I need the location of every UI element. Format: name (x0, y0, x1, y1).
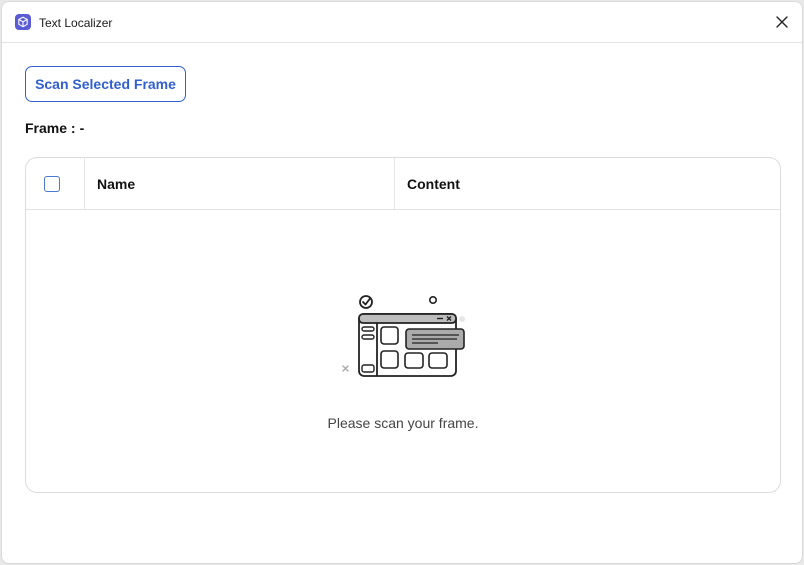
column-label-content: Content (407, 176, 460, 192)
text-layers-table: Name Content Please scan your frame. (25, 157, 781, 493)
title-bar: Text Localizer (2, 2, 802, 43)
select-all-checkbox[interactable] (44, 176, 60, 192)
close-icon[interactable] (774, 14, 790, 30)
frame-indicator: Frame :- (25, 119, 84, 137)
frame-label: Frame : (25, 120, 76, 136)
window-title: Text Localizer (39, 16, 113, 30)
empty-state-message: Please scan your frame. (327, 415, 479, 431)
empty-window-illustration (339, 291, 469, 381)
cube-icon (15, 14, 31, 30)
select-all-cell (26, 158, 85, 209)
frame-value: - (79, 120, 85, 136)
column-header-content: Content (395, 158, 780, 209)
column-header-name: Name (85, 158, 395, 209)
scan-selected-frame-button[interactable]: Scan Selected Frame (25, 66, 186, 102)
column-label-name: Name (97, 176, 136, 192)
plugin-window: Text Localizer Scan Selected Frame Frame… (1, 1, 803, 564)
table-header: Name Content (26, 158, 780, 210)
